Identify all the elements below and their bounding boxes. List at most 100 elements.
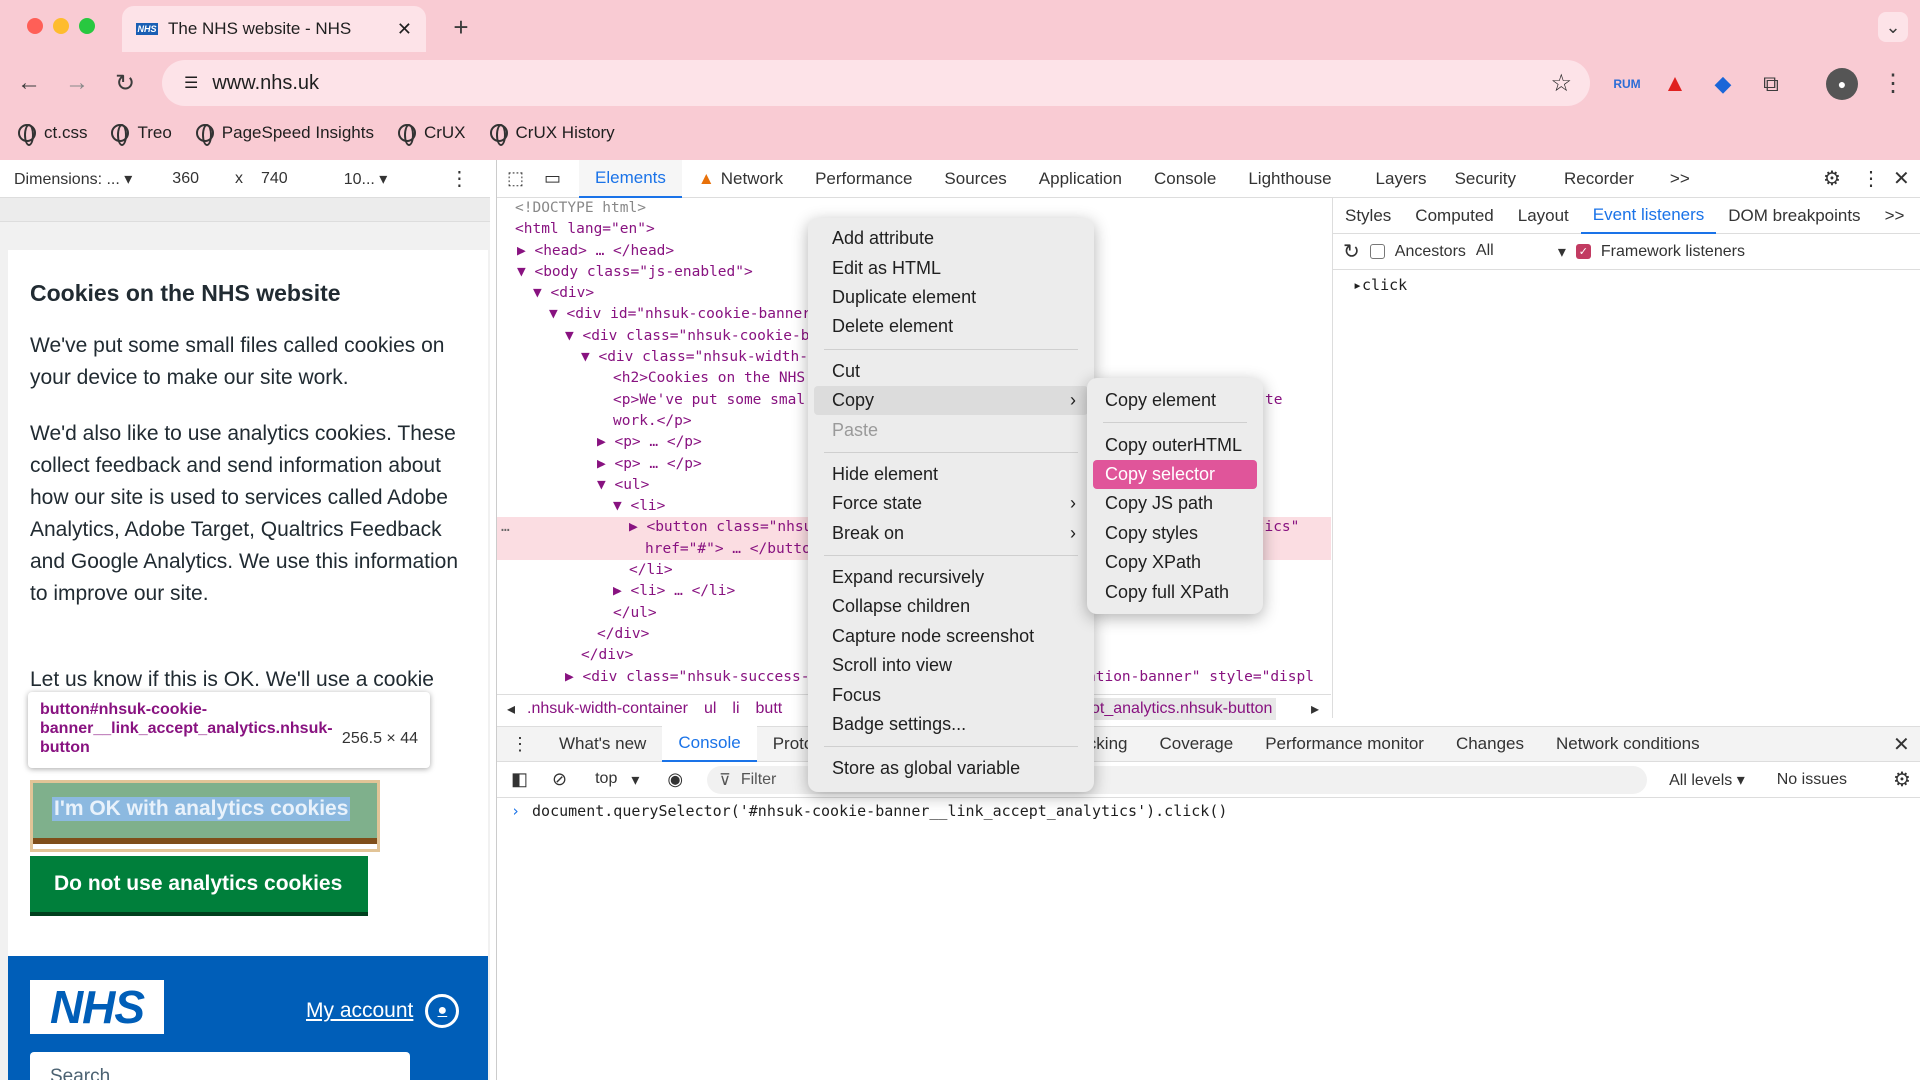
rum-extension-icon[interactable]: RUM xyxy=(1612,70,1642,98)
menu-delete-element[interactable]: Delete element xyxy=(814,312,1088,341)
dimensions-select[interactable]: Dimensions: ... ▾ xyxy=(14,169,132,189)
menu-badge-settings[interactable]: Badge settings... xyxy=(814,710,1088,739)
menu-copy-styles[interactable]: Copy styles xyxy=(1093,519,1257,548)
menu-copy-selector[interactable]: Copy selector xyxy=(1093,459,1257,490)
refresh-icon[interactable]: ↻ xyxy=(1343,239,1360,264)
reload-icon[interactable]: ↻ xyxy=(110,68,140,98)
context-select[interactable]: top ▾ xyxy=(581,770,653,790)
width-input[interactable]: 360 xyxy=(172,170,199,188)
site-settings-icon[interactable]: ☰ xyxy=(184,73,198,93)
menu-hide-element[interactable]: Hide element xyxy=(814,460,1088,489)
console-settings-icon[interactable]: ⚙ xyxy=(1893,767,1911,792)
bookmark-crux[interactable]: CrUX xyxy=(397,123,466,146)
tab-console[interactable]: Console xyxy=(1138,160,1232,198)
device-toggle-icon[interactable]: ▭ xyxy=(534,160,571,198)
devtools-close-icon[interactable]: ✕ xyxy=(1893,166,1910,191)
tab-changes[interactable]: Changes xyxy=(1440,726,1540,762)
breadcrumb-item[interactable]: li xyxy=(732,700,739,718)
ancestors-checkbox[interactable] xyxy=(1369,244,1385,259)
tab-security[interactable]: Security xyxy=(1455,160,1544,198)
menu-copy[interactable]: Copy › xyxy=(814,385,1088,416)
inspect-element-icon[interactable]: ⬚ xyxy=(497,160,534,198)
height-input[interactable]: 740 xyxy=(261,170,288,188)
menu-force-state[interactable]: Force state › xyxy=(814,489,1088,518)
tab-application[interactable]: Application xyxy=(1023,160,1138,198)
forward-arrow-icon[interactable]: → xyxy=(62,68,92,98)
nhs-logo[interactable]: NHS xyxy=(30,980,164,1034)
drawer-menu-icon[interactable]: ⋮ xyxy=(497,734,543,755)
breadcrumb-scroll-left-icon[interactable]: ◂ xyxy=(507,699,515,719)
log-levels-select[interactable]: All levels ▾ xyxy=(1669,770,1745,790)
tab-lighthouse[interactable]: Lighthouse xyxy=(1232,160,1347,198)
console-input-line[interactable]: › document.querySelector('#nhsuk-cookie-b… xyxy=(511,802,1227,820)
menu-scroll-into-view[interactable]: Scroll into view xyxy=(814,651,1088,680)
live-expression-eye-icon[interactable]: ◉ xyxy=(653,769,697,790)
bookmark-star-icon[interactable]: ☆ xyxy=(1550,69,1572,98)
menu-capture-node-screenshot[interactable]: Capture node screenshot xyxy=(814,622,1088,651)
menu-collapse-children[interactable]: Collapse children xyxy=(814,592,1088,621)
reject-analytics-button[interactable]: Do not use analytics cookies xyxy=(30,856,368,916)
menu-edit-as-html[interactable]: Edit as HTML xyxy=(814,253,1088,282)
ancestors-select[interactable]: All ▾ xyxy=(1476,242,1566,262)
menu-copy-js-path[interactable]: Copy JS path xyxy=(1093,489,1257,518)
minimize-window-button[interactable] xyxy=(53,18,69,34)
back-arrow-icon[interactable]: ← xyxy=(14,68,44,98)
tab-whats-new[interactable]: What's new xyxy=(543,726,662,762)
menu-duplicate-element[interactable]: Duplicate element xyxy=(814,283,1088,312)
bookmark-treo[interactable]: Treo xyxy=(111,123,172,146)
my-account-link[interactable]: My account ● xyxy=(306,994,460,1028)
bookmark-pagespeed[interactable]: PageSpeed Insights xyxy=(195,123,374,146)
bookmark-crux-history[interactable]: CrUX History xyxy=(489,123,615,146)
breadcrumb-item[interactable]: .nhsuk-width-container xyxy=(527,700,688,718)
more-tabs-icon[interactable]: >> xyxy=(1654,160,1706,198)
tab-sources[interactable]: Sources xyxy=(928,160,1022,198)
tab-drawer-console[interactable]: Console xyxy=(662,726,757,762)
close-tab-icon[interactable]: ✕ xyxy=(397,19,412,40)
breadcrumb-item[interactable]: ul xyxy=(704,700,716,718)
more-sidebar-tabs-icon[interactable]: >> xyxy=(1873,198,1917,234)
breadcrumb-item[interactable]: butt xyxy=(756,700,783,718)
menu-expand-recursively[interactable]: Expand recursively xyxy=(814,563,1088,592)
devtools-more-icon[interactable]: ⋮ xyxy=(1861,166,1881,191)
zoom-select[interactable]: 10... ▾ xyxy=(344,169,388,189)
menu-copy-outerhtml[interactable]: Copy outerHTML xyxy=(1093,430,1257,459)
menu-break-on[interactable]: Break on › xyxy=(814,519,1088,548)
menu-copy-full-xpath[interactable]: Copy full XPath xyxy=(1093,577,1257,606)
issues-counter[interactable]: No issues xyxy=(1777,771,1847,789)
tab-search-chevron-icon[interactable]: ⌄ xyxy=(1878,12,1908,42)
tab-computed[interactable]: Computed xyxy=(1403,198,1505,234)
tab-elements[interactable]: Elements xyxy=(579,159,682,198)
tab-network-conditions[interactable]: Network conditions xyxy=(1540,726,1716,762)
tab-coverage[interactable]: Coverage xyxy=(1144,726,1250,762)
extensions-puzzle-icon[interactable]: ⧉ xyxy=(1756,70,1786,98)
device-more-icon[interactable]: ⋮ xyxy=(449,166,469,191)
dom-line[interactable]: <!DOCTYPE html> xyxy=(497,198,1331,219)
maximize-window-button[interactable] xyxy=(79,18,95,34)
breadcrumb-item[interactable]: ot_analytics.nhsuk-button xyxy=(1087,697,1277,720)
drawer-close-icon[interactable]: ✕ xyxy=(1893,732,1910,757)
new-tab-icon[interactable]: + xyxy=(446,12,476,42)
profile-avatar[interactable]: ● xyxy=(1826,68,1858,100)
menu-focus[interactable]: Focus xyxy=(814,680,1088,709)
menu-store-as-global-variable[interactable]: Store as global variable xyxy=(814,754,1088,783)
triangle-extension-icon[interactable]: ▲ xyxy=(1660,70,1690,98)
search-input[interactable]: Search xyxy=(30,1052,410,1080)
address-bar[interactable]: ☰ www.nhs.uk ☆ xyxy=(162,60,1590,106)
menu-copy-element[interactable]: Copy element xyxy=(1093,386,1257,415)
close-window-button[interactable] xyxy=(27,18,43,34)
tab-performance-monitor[interactable]: Performance monitor xyxy=(1249,726,1440,762)
tab-recorder[interactable]: Recorder xyxy=(1544,160,1654,198)
chrome-menu-icon[interactable]: ⋮ xyxy=(1878,68,1908,98)
menu-copy-xpath[interactable]: Copy XPath xyxy=(1093,548,1257,577)
tab-styles[interactable]: Styles xyxy=(1333,198,1403,234)
menu-add-attribute[interactable]: Add attribute xyxy=(814,224,1088,253)
menu-cut[interactable]: Cut xyxy=(814,357,1088,386)
browser-tab[interactable]: NHS The NHS website - NHS ✕ xyxy=(122,6,426,52)
tab-event-listeners[interactable]: Event listeners xyxy=(1580,198,1717,234)
tab-dom-breakpoints[interactable]: DOM breakpoints xyxy=(1716,198,1872,234)
listener-click[interactable]: ▸click xyxy=(1333,270,1920,300)
breadcrumb-scroll-right-icon[interactable]: ▸ xyxy=(1311,699,1319,719)
accept-analytics-button[interactable]: I'm OK with analytics cookies xyxy=(30,780,380,844)
tab-performance[interactable]: Performance xyxy=(799,160,928,198)
tab-network[interactable]: ▲ Network xyxy=(682,160,799,198)
